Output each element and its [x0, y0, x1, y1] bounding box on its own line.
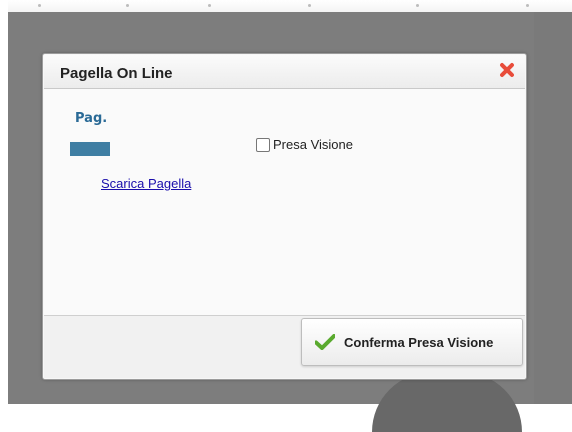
- background-dot: [308, 4, 311, 7]
- check-icon: [315, 334, 335, 350]
- background-dot: [416, 4, 419, 7]
- report-card-icon-bar: [70, 142, 110, 156]
- report-card-icon[interactable]: Pag.: [70, 111, 114, 159]
- background-dot: [208, 4, 211, 7]
- background-page-strip: [8, 0, 572, 12]
- dialog-title: Pagella On Line: [60, 65, 173, 82]
- close-icon[interactable]: [497, 60, 517, 80]
- acknowledge-label[interactable]: Presa Visione: [273, 137, 353, 152]
- dialog-titlebar: Pagella On Line: [44, 55, 525, 89]
- overlay-edge: [534, 12, 572, 404]
- dialog-footer: Conferma Presa Visione: [44, 315, 525, 378]
- acknowledge-checkbox[interactable]: [256, 137, 270, 152]
- confirm-acknowledge-button[interactable]: Conferma Presa Visione: [301, 318, 523, 366]
- acknowledge-row[interactable]: Presa Visione: [256, 137, 353, 152]
- report-card-icon-text: Pag.: [75, 111, 108, 126]
- report-card-dialog: Pagella On Line Pag. Scarica Pagella Pre…: [42, 53, 527, 380]
- background-dot: [526, 4, 529, 7]
- background-dot: [38, 4, 41, 7]
- confirm-acknowledge-label: Conferma Presa Visione: [344, 335, 494, 350]
- dialog-content: Pag. Scarica Pagella Presa Visione: [44, 89, 525, 315]
- background-dot: [126, 4, 129, 7]
- download-report-link[interactable]: Scarica Pagella: [101, 176, 191, 191]
